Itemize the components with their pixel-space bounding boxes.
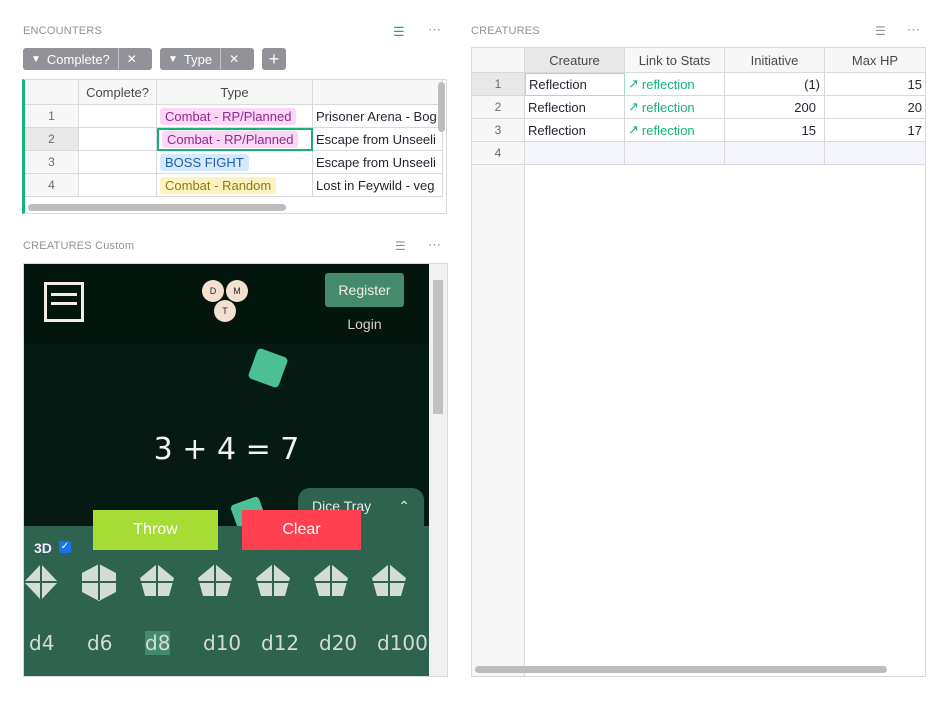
hamburger-menu-icon[interactable] [44, 282, 84, 322]
d20-die-icon[interactable] [311, 562, 351, 602]
creatures-title: CREATURES [471, 25, 540, 37]
add-filter-button[interactable]: + [262, 48, 286, 70]
remove-filter-button[interactable]: ✕ [117, 48, 145, 70]
type-tag: BOSS FIGHT [160, 153, 249, 171]
vertical-scrollbar[interactable] [438, 82, 445, 132]
custom-widget-title: CREATURES Custom [23, 240, 135, 252]
stats-link-cell[interactable]: ↗ reflection [625, 73, 725, 96]
column-header[interactable]: Max HP [825, 48, 925, 73]
sort-filter-icon[interactable]: ☰ [393, 24, 405, 40]
throw-button[interactable]: Throw [93, 510, 218, 550]
3d-label: 3D [34, 540, 52, 556]
creatures-table: Creature Link to Stats Initiative Max HP 1 … [471, 47, 926, 677]
d8-die-icon[interactable] [137, 562, 177, 602]
max-hp-cell[interactable]: 17 [825, 119, 925, 142]
type-cell[interactable]: Combat - RP/Planned [157, 105, 313, 128]
d8-button[interactable]: d8 [145, 631, 171, 655]
more-options-icon[interactable]: ⋯ [428, 237, 441, 253]
row-number[interactable]: 1 [25, 105, 79, 128]
column-header[interactable]: Type [157, 80, 313, 105]
3d-checkbox[interactable]: ✓ [59, 541, 71, 553]
sort-filter-icon[interactable]: ☰ [875, 24, 886, 38]
vertical-scrollbar[interactable] [429, 264, 447, 676]
external-link-icon: ↗ [628, 99, 639, 114]
complete-cell[interactable] [79, 128, 157, 151]
d4-die-icon[interactable] [21, 562, 61, 602]
row-number[interactable]: 3 [472, 119, 525, 142]
d20-button[interactable]: d20 [319, 631, 357, 655]
complete-cell[interactable] [79, 151, 157, 174]
name-cell[interactable]: Lost in Feywild - veg [313, 174, 443, 197]
dmt-logo: D M T [202, 280, 254, 324]
remove-filter-button[interactable]: ✕ [220, 48, 247, 70]
column-header[interactable]: Initiative [725, 48, 825, 73]
column-header[interactable]: Link to Stats [625, 48, 725, 73]
more-options-icon[interactable]: ⋯ [428, 22, 441, 38]
d10-button[interactable]: d10 [203, 631, 241, 655]
stats-link-cell[interactable]: ↗ reflection [625, 96, 725, 119]
complete-cell[interactable] [79, 105, 157, 128]
horizontal-scrollbar[interactable] [475, 666, 887, 673]
creature-cell[interactable]: Reflection [525, 73, 625, 96]
new-row-cell[interactable] [525, 142, 625, 165]
type-cell[interactable]: Combat - Random [157, 174, 313, 197]
external-link-icon: ↗ [628, 76, 639, 91]
type-tag: Combat - RP/Planned [162, 131, 299, 148]
name-cell[interactable]: Escape from Unseeli [313, 128, 443, 151]
filter-chip-type[interactable]: ▼ Type ✕ [160, 48, 254, 70]
column-header[interactable]: Creature [525, 48, 625, 73]
dice-roller-app: D M T Register Login 3 + 4 = 7 Dice Tray… [24, 264, 429, 676]
row-number[interactable]: 2 [25, 128, 79, 151]
roll-result: 3 + 4 = 7 [153, 432, 300, 467]
new-row-cell[interactable] [825, 142, 925, 165]
add-row-number[interactable]: 4 [472, 142, 525, 165]
encounters-table: Complete? Type 1 Combat - RP/Planned Pri… [22, 79, 447, 214]
d12-die-icon[interactable] [253, 562, 293, 602]
d6-die-icon[interactable] [79, 562, 119, 602]
d100-button[interactable]: d100 [377, 631, 428, 655]
creature-cell[interactable]: Reflection [525, 119, 625, 142]
row-number[interactable]: 1 [472, 73, 525, 96]
complete-cell[interactable] [79, 174, 157, 197]
new-row-cell[interactable] [625, 142, 725, 165]
row-number[interactable]: 4 [25, 174, 79, 197]
d4-button[interactable]: d4 [29, 631, 54, 655]
d10-die-icon[interactable] [195, 562, 235, 602]
column-header[interactable] [313, 80, 443, 105]
filter-icon: ▼ [31, 53, 41, 65]
horizontal-scrollbar[interactable] [28, 204, 286, 211]
type-tag: Combat - Random [160, 176, 277, 194]
filter-chip-complete[interactable]: ▼ Complete? ✕ [23, 48, 152, 70]
initiative-cell[interactable]: (1) [725, 73, 825, 96]
clear-button[interactable]: Clear [242, 510, 361, 550]
max-hp-cell[interactable]: 15 [825, 73, 925, 96]
d6-button[interactable]: d6 [87, 631, 112, 655]
initiative-cell[interactable]: 200 [725, 96, 825, 119]
external-link-icon: ↗ [628, 122, 639, 137]
rolled-die-icon [247, 347, 289, 389]
d100-die-icon[interactable] [369, 562, 409, 602]
row-number[interactable]: 3 [25, 151, 79, 174]
new-row-cell[interactable] [725, 142, 825, 165]
creature-cell[interactable]: Reflection [525, 96, 625, 119]
register-button[interactable]: Register [325, 273, 404, 307]
column-header[interactable]: Complete? [79, 80, 157, 105]
max-hp-cell[interactable]: 20 [825, 96, 925, 119]
type-cell[interactable]: Combat - RP/Planned [157, 128, 313, 151]
row-number[interactable]: 2 [472, 96, 525, 119]
more-options-icon[interactable]: ⋯ [907, 22, 920, 38]
chevron-up-icon: ⌃ [398, 498, 410, 514]
name-cell[interactable]: Prisoner Arena - Bog [313, 105, 443, 128]
login-link[interactable]: Login [325, 316, 404, 332]
d12-button[interactable]: d12 [261, 631, 299, 655]
type-cell[interactable]: BOSS FIGHT [157, 151, 313, 174]
type-tag: Combat - RP/Planned [160, 107, 297, 125]
encounters-title: ENCOUNTERS [23, 25, 103, 37]
filter-icon: ▼ [168, 53, 178, 65]
sort-filter-icon[interactable]: ☰ [395, 239, 406, 253]
stats-link-cell[interactable]: ↗ reflection [625, 119, 725, 142]
name-cell[interactable]: Escape from Unseeli [313, 151, 443, 174]
initiative-cell[interactable]: 15 [725, 119, 825, 142]
